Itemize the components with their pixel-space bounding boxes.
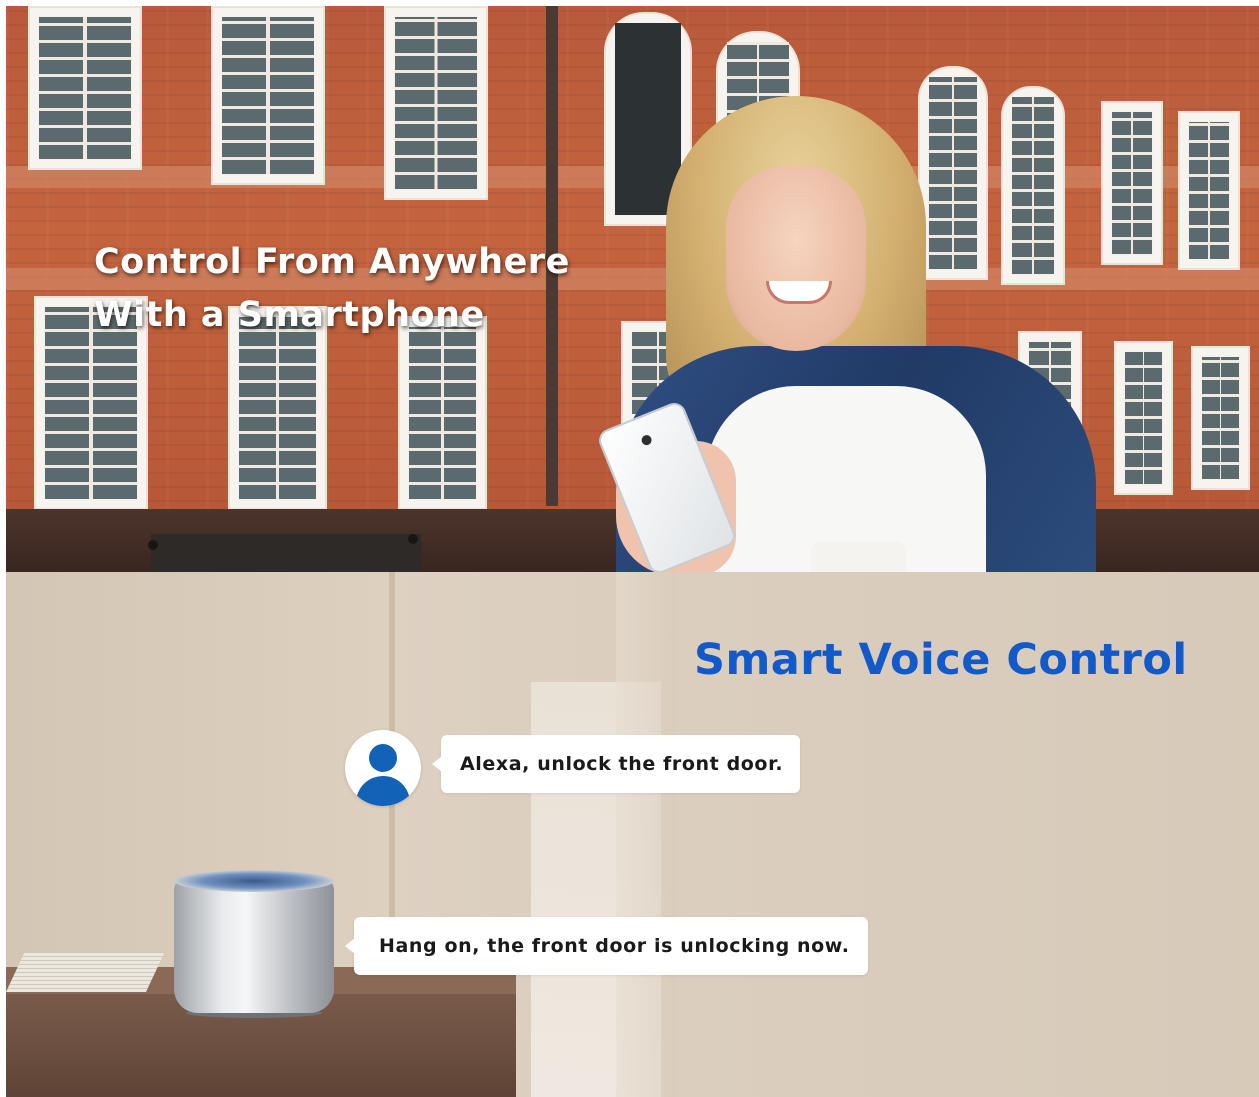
voice-control-panel: Smart Voice Control Alexa, unlock the fr… [6, 572, 1259, 1097]
pillar [616, 572, 676, 1097]
user-avatar-icon [345, 730, 421, 806]
bench-bolt [148, 540, 158, 550]
coffee-cup [811, 541, 906, 572]
bench-plaque [151, 534, 421, 572]
assistant-reply: Hang on, the front door is unlocking now… [379, 935, 850, 957]
assistant-speech-bubble: Hang on, the front door is unlocking now… [345, 917, 868, 975]
voice-control-title: Smart Voice Control [694, 635, 1188, 685]
smartphone-control-panel: Control From Anywhere With a Smartphone [6, 6, 1259, 572]
newspaper [6, 952, 165, 992]
hero-title-line1: Control From Anywhere [94, 242, 570, 282]
building-window [1191, 346, 1250, 490]
face [726, 166, 866, 351]
woman-with-smartphone [595, 96, 1116, 572]
building-window [1114, 341, 1173, 495]
avatar-head [369, 744, 397, 772]
hero-title: Control From Anywhere With a Smartphone [94, 236, 570, 342]
building-window [1178, 111, 1240, 270]
hero-title-line2: With a Smartphone [94, 295, 485, 335]
building-window [28, 6, 142, 170]
building-window [384, 6, 488, 200]
building-window [211, 6, 325, 185]
speaker-light-ring [174, 870, 334, 892]
product-banner: Control From Anywhere With a Smartphone … [6, 6, 1259, 1097]
building-window [398, 316, 487, 510]
bench-bolt [408, 534, 418, 544]
user-speech-bubble: Alexa, unlock the front door. [432, 735, 800, 793]
user-message: Alexa, unlock the front door. [460, 753, 784, 775]
phone-camera [640, 433, 654, 447]
avatar-body [356, 776, 410, 806]
smart-speaker [174, 878, 334, 1013]
